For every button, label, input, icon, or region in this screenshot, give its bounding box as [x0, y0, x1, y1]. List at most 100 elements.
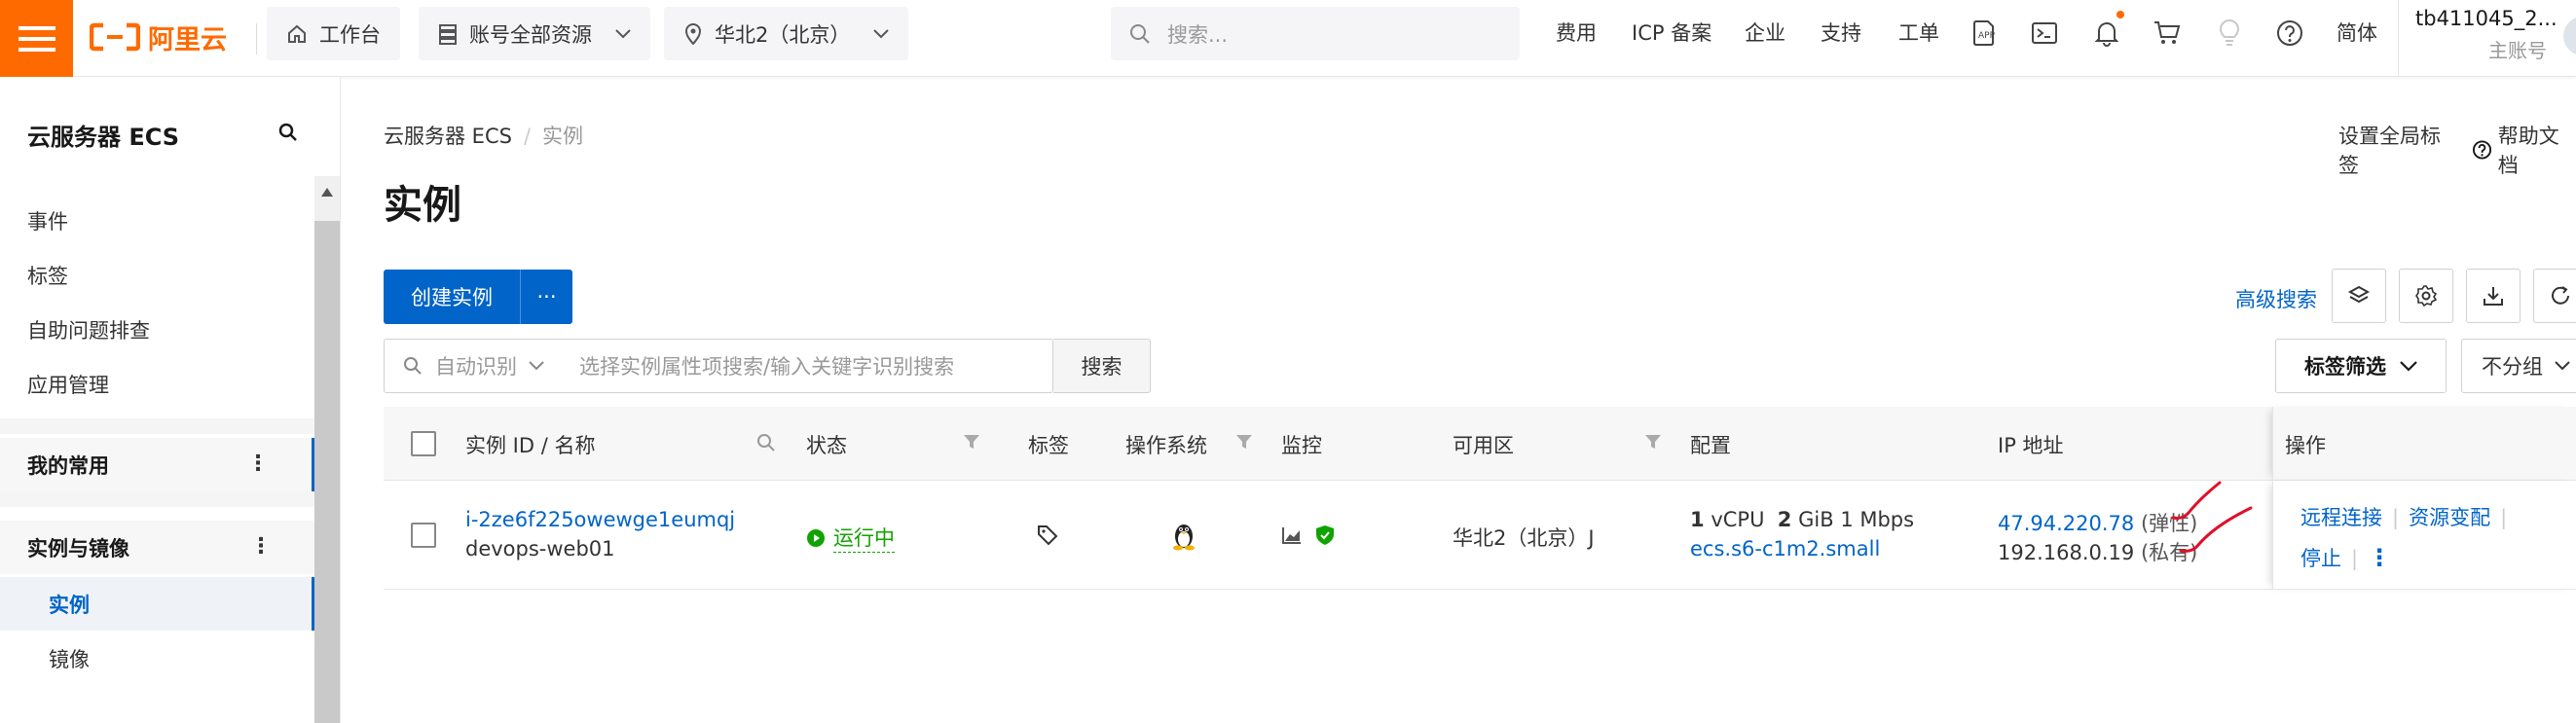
group-label: 我的常用 — [27, 453, 109, 478]
workbench-button[interactable]: 工作台 — [267, 7, 400, 60]
nav-enterprise[interactable]: 企业 — [1745, 19, 1785, 47]
row-actions-line1: 远程连接 | 资源变配 | — [2300, 502, 2517, 531]
sidebar-item-troubleshoot[interactable]: 自助问题排查 — [27, 315, 150, 344]
lightbulb-icon[interactable] — [2214, 18, 2245, 49]
app-icon[interactable]: APP — [1969, 18, 2000, 49]
scroll-up-icon[interactable] — [321, 188, 333, 197]
divider — [2398, 0, 2399, 77]
column-header-zone: 可用区 — [1453, 434, 1514, 457]
create-instance-button[interactable]: 创建实例 — [384, 270, 520, 324]
terminal-icon[interactable] — [2029, 18, 2060, 49]
running-icon — [807, 528, 825, 547]
nav-support[interactable]: 支持 — [1821, 19, 1861, 47]
language-switch[interactable]: 简体 — [2337, 19, 2377, 47]
more-actions-icon[interactable]: ⋮ — [2368, 544, 2391, 571]
search-button[interactable]: 搜索 — [1053, 339, 1151, 393]
row-actions-cell: 远程连接 | 资源变配 | 停止 | ⋮ — [2272, 481, 2576, 590]
create-more-button[interactable]: ··· — [520, 270, 572, 324]
sidebar-group-favorites[interactable]: 我的常用 ⋮ — [0, 438, 314, 491]
download-icon[interactable] — [2466, 269, 2521, 323]
divider: | — [2351, 547, 2359, 570]
account-name[interactable]: tb411045_2... — [2415, 7, 2558, 30]
resource-scope-label: 账号全部资源 — [469, 22, 592, 47]
help-icon[interactable] — [2274, 18, 2305, 49]
column-header-ip: IP 地址 — [1998, 434, 2064, 457]
sidebar-item-events[interactable]: 事件 — [27, 206, 68, 235]
annotation-check-marks — [2171, 481, 2253, 553]
tag-icon[interactable] — [1036, 524, 1059, 547]
breadcrumb-separator: / — [523, 125, 532, 148]
status-text: 运行中 — [833, 523, 895, 553]
filter-icon[interactable] — [1643, 432, 1663, 452]
sidebar-item-images[interactable]: 镜像 — [0, 632, 314, 685]
security-shield-icon[interactable] — [1314, 524, 1336, 547]
help-icon — [2472, 140, 2491, 160]
stop-link[interactable]: 停止 — [2300, 547, 2341, 570]
avatar[interactable] — [2563, 17, 2576, 55]
public-ip-link[interactable]: 47.94.220.78 — [1998, 512, 2134, 535]
sidebar-item-app-management[interactable]: 应用管理 — [27, 370, 109, 399]
help-doc-link[interactable]: 帮助文档 — [2472, 121, 2576, 179]
region-label: 华北2（北京） — [715, 22, 851, 47]
create-instance-group: 创建实例 ··· — [384, 270, 572, 324]
memory-unit: GiB — [1798, 508, 1834, 531]
sidebar-title: 云服务器 ECS — [27, 124, 180, 151]
column-header-tags: 标签 — [1028, 434, 1069, 457]
divider — [0, 491, 314, 507]
row-actions-line2: 停止 | ⋮ — [2300, 543, 2391, 572]
column-header-os: 操作系统 — [1125, 434, 1207, 457]
instance-spec-link[interactable]: ecs.s6-c1m2.small — [1690, 537, 1880, 560]
layers-icon[interactable] — [2332, 269, 2386, 323]
remote-connect-link[interactable]: 远程连接 — [2300, 506, 2382, 529]
filter-icon[interactable] — [962, 432, 981, 452]
location-icon — [684, 22, 702, 45]
sidebar-scrollbar[interactable] — [314, 176, 340, 723]
settings-icon[interactable] — [2399, 269, 2453, 323]
group-select[interactable]: 不分组 — [2461, 339, 2576, 393]
sidebar-item-tags[interactable]: 标签 — [27, 261, 68, 290]
server-icon — [439, 23, 457, 45]
nav-billing[interactable]: 费用 — [1556, 19, 1597, 47]
top-bar: 阿里云 工作台 账号全部资源 华北2（北京） 搜索... 费用 ICP 备案 企… — [0, 0, 2576, 77]
chart-icon[interactable] — [1281, 525, 1303, 545]
global-search-input[interactable]: 搜索... — [1111, 7, 1520, 60]
header-links: 设置全局标签 帮助文档 — [2338, 121, 2576, 179]
sidebar-search-icon[interactable] — [277, 122, 299, 143]
menu-icon[interactable] — [0, 0, 73, 77]
memory-size: 2 — [1777, 508, 1792, 531]
search-mode-label: 自动识别 — [435, 355, 517, 379]
more-icon[interactable]: ⋮ — [250, 534, 272, 559]
brand-name: 阿里云 — [148, 24, 227, 55]
filter-icon[interactable] — [1234, 432, 1254, 452]
column-header-status: 状态 — [806, 434, 847, 457]
select-all-checkbox[interactable] — [411, 431, 436, 456]
sidebar-item-instances[interactable]: 实例 — [0, 577, 314, 631]
private-ip-value: 192.168.0.19 — [1998, 541, 2135, 564]
instance-search-input[interactable]: 选择实例属性项搜索/输入关键字识别搜索 — [560, 351, 954, 380]
breadcrumb-ecs[interactable]: 云服务器 ECS — [384, 125, 512, 148]
search-mode-select[interactable]: 自动识别 — [385, 351, 560, 380]
region-select[interactable]: 华北2（北京） — [664, 7, 909, 60]
aliyun-logo[interactable]: 阿里云 — [90, 16, 227, 58]
divider: | — [2500, 506, 2508, 529]
refresh-icon[interactable] — [2533, 269, 2576, 323]
search-icon[interactable] — [755, 432, 777, 453]
tag-filter-button[interactable]: 标签筛选 — [2275, 339, 2447, 393]
more-icon[interactable]: ⋮ — [247, 452, 269, 476]
cart-icon[interactable] — [2152, 18, 2183, 49]
sidebar-group-instances-images[interactable]: 实例与镜像 ⋮ — [0, 521, 314, 574]
divider: | — [2392, 506, 2400, 529]
scrollbar-thumb[interactable] — [314, 221, 340, 723]
resource-scope-select[interactable]: 账号全部资源 — [419, 7, 650, 60]
global-tag-setting-link[interactable]: 设置全局标签 — [2338, 121, 2456, 179]
nav-icp[interactable]: ICP 备案 — [1632, 19, 1711, 47]
breadcrumb: 云服务器 ECS / 实例 — [384, 121, 583, 150]
svg-text:APP: APP — [1978, 31, 1996, 41]
resize-link[interactable]: 资源变配 — [2409, 506, 2490, 529]
instance-id-link[interactable]: i-2ze6f225owewge1eumqj — [465, 508, 735, 531]
nav-ticket[interactable]: 工单 — [1898, 19, 1939, 47]
bell-icon[interactable] — [2091, 18, 2122, 49]
chevron-down-icon — [615, 28, 631, 38]
row-checkbox[interactable] — [411, 523, 436, 548]
advanced-search-link[interactable]: 高级搜索 — [2235, 284, 2317, 313]
